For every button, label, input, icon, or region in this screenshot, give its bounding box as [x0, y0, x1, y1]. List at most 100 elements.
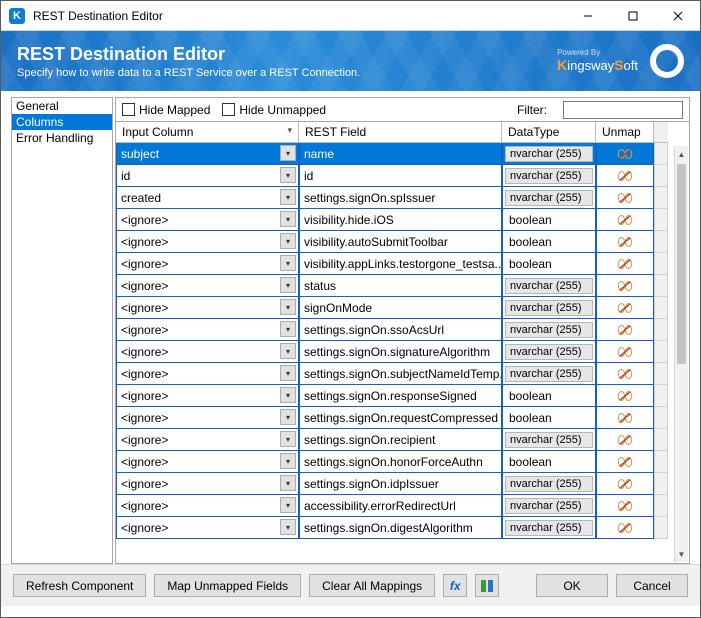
- scroll-thumb[interactable]: [677, 164, 686, 364]
- rest-field-cell[interactable]: accessibility.errorRedirectUrl: [299, 495, 502, 517]
- unmap-cell[interactable]: [596, 275, 654, 297]
- ok-button[interactable]: OK: [536, 574, 608, 597]
- clear-mappings-button[interactable]: Clear All Mappings: [309, 574, 435, 597]
- input-column-cell[interactable]: <ignore>▾: [116, 231, 299, 253]
- unmap-cell[interactable]: [596, 407, 654, 429]
- unmap-cell[interactable]: [596, 363, 654, 385]
- unmap-cell[interactable]: [596, 297, 654, 319]
- rest-field-cell[interactable]: settings.signOn.signatureAlgorithm: [299, 341, 502, 363]
- scroll-down-icon[interactable]: ▼: [675, 546, 688, 562]
- rest-field-cell[interactable]: settings.signOn.recipient: [299, 429, 502, 451]
- unmap-cell[interactable]: [596, 209, 654, 231]
- chevron-down-icon[interactable]: ▾: [280, 167, 296, 183]
- input-column-cell[interactable]: <ignore>▾: [116, 407, 299, 429]
- rest-field-cell[interactable]: signOnMode: [299, 297, 502, 319]
- chevron-down-icon[interactable]: ▾: [280, 409, 296, 425]
- maximize-button[interactable]: [610, 1, 655, 30]
- input-column-cell[interactable]: <ignore>▾: [116, 385, 299, 407]
- chevron-down-icon[interactable]: ▾: [280, 497, 296, 513]
- map-unmapped-button[interactable]: Map Unmapped Fields: [154, 574, 301, 597]
- datatype-cell: nvarchar (255): [502, 429, 596, 451]
- unmap-cell[interactable]: [596, 385, 654, 407]
- columns-button[interactable]: [475, 574, 499, 597]
- unmap-cell[interactable]: [596, 187, 654, 209]
- input-column-cell[interactable]: id▾: [116, 165, 299, 187]
- hide-mapped-checkbox[interactable]: Hide Mapped: [122, 103, 210, 117]
- input-column-cell[interactable]: <ignore>▾: [116, 451, 299, 473]
- chevron-down-icon[interactable]: ▾: [280, 233, 296, 249]
- chevron-down-icon[interactable]: ▾: [280, 145, 296, 161]
- input-column-cell[interactable]: subject▾: [116, 143, 299, 165]
- fx-button[interactable]: fx: [443, 574, 467, 597]
- filter-input[interactable]: [563, 101, 683, 119]
- input-column-cell[interactable]: <ignore>▾: [116, 297, 299, 319]
- input-column-cell[interactable]: created▾: [116, 187, 299, 209]
- rest-field-cell[interactable]: visibility.appLinks.testorgone_testsa...: [299, 253, 502, 275]
- unmap-icon: [617, 257, 633, 271]
- rest-field-cell[interactable]: settings.signOn.responseSigned: [299, 385, 502, 407]
- sidebar-item-general[interactable]: General: [12, 98, 112, 114]
- input-column-cell[interactable]: <ignore>▾: [116, 341, 299, 363]
- unmap-cell[interactable]: [596, 165, 654, 187]
- minimize-button[interactable]: [565, 1, 610, 30]
- rest-field-cell[interactable]: settings.signOn.idpIssuer: [299, 473, 502, 495]
- chevron-down-icon[interactable]: ▾: [280, 277, 296, 293]
- rest-field-cell[interactable]: settings.signOn.spIssuer: [299, 187, 502, 209]
- cancel-button[interactable]: Cancel: [616, 574, 688, 597]
- col-header-input[interactable]: Input Column: [116, 122, 299, 143]
- unmap-cell[interactable]: [596, 473, 654, 495]
- chevron-down-icon[interactable]: ▾: [280, 321, 296, 337]
- input-column-cell[interactable]: <ignore>▾: [116, 517, 299, 539]
- chevron-down-icon[interactable]: ▾: [280, 255, 296, 271]
- vertical-scrollbar[interactable]: ▲ ▼: [674, 146, 688, 562]
- unmap-cell[interactable]: [596, 429, 654, 451]
- input-column-cell[interactable]: <ignore>▾: [116, 319, 299, 341]
- unmap-cell[interactable]: [596, 451, 654, 473]
- rest-field-cell[interactable]: settings.signOn.honorForceAuthn: [299, 451, 502, 473]
- unmap-cell[interactable]: [596, 495, 654, 517]
- close-button[interactable]: [655, 1, 700, 30]
- unmap-icon: [617, 279, 633, 293]
- rest-field-cell[interactable]: name: [299, 143, 502, 165]
- rest-field-cell[interactable]: settings.signOn.digestAlgorithm: [299, 517, 502, 539]
- col-header-rest[interactable]: REST Field: [299, 122, 502, 143]
- chevron-down-icon[interactable]: ▾: [280, 431, 296, 447]
- input-column-cell[interactable]: <ignore>▾: [116, 363, 299, 385]
- chevron-down-icon[interactable]: ▾: [280, 189, 296, 205]
- rest-field-cell[interactable]: visibility.autoSubmitToolbar: [299, 231, 502, 253]
- sidebar-item-error-handling[interactable]: Error Handling: [12, 130, 112, 146]
- input-column-cell[interactable]: <ignore>▾: [116, 253, 299, 275]
- rest-field-cell[interactable]: settings.signOn.subjectNameIdTemp...: [299, 363, 502, 385]
- scroll-up-icon[interactable]: ▲: [675, 146, 688, 162]
- input-column-cell[interactable]: <ignore>▾: [116, 275, 299, 297]
- hide-unmapped-checkbox[interactable]: Hide Unmapped: [222, 103, 326, 117]
- unmap-cell[interactable]: [596, 253, 654, 275]
- unmap-cell[interactable]: [596, 143, 654, 165]
- chevron-down-icon[interactable]: ▾: [280, 387, 296, 403]
- unmap-cell[interactable]: [596, 517, 654, 539]
- rest-field-cell[interactable]: status: [299, 275, 502, 297]
- chevron-down-icon[interactable]: ▾: [280, 299, 296, 315]
- rest-field-cell[interactable]: settings.signOn.ssoAcsUrl: [299, 319, 502, 341]
- chevron-down-icon[interactable]: ▾: [280, 211, 296, 227]
- chevron-down-icon[interactable]: ▾: [280, 519, 296, 535]
- unmap-cell[interactable]: [596, 341, 654, 363]
- rest-field-cell[interactable]: settings.signOn.requestCompressed: [299, 407, 502, 429]
- input-column-cell[interactable]: <ignore>▾: [116, 209, 299, 231]
- datatype-cell: nvarchar (255): [502, 187, 596, 209]
- input-column-cell[interactable]: <ignore>▾: [116, 429, 299, 451]
- chevron-down-icon[interactable]: ▾: [280, 453, 296, 469]
- rest-field-cell[interactable]: id: [299, 165, 502, 187]
- unmap-cell[interactable]: [596, 319, 654, 341]
- chevron-down-icon[interactable]: ▾: [280, 475, 296, 491]
- input-column-cell[interactable]: <ignore>▾: [116, 495, 299, 517]
- unmap-cell[interactable]: [596, 231, 654, 253]
- chevron-down-icon[interactable]: ▾: [280, 343, 296, 359]
- rest-field-cell[interactable]: visibility.hide.iOS: [299, 209, 502, 231]
- input-column-cell[interactable]: <ignore>▾: [116, 473, 299, 495]
- col-header-unmap[interactable]: Unmap: [596, 122, 654, 143]
- refresh-button[interactable]: Refresh Component: [13, 574, 146, 597]
- sidebar-item-columns[interactable]: Columns: [12, 114, 112, 130]
- chevron-down-icon[interactable]: ▾: [280, 365, 296, 381]
- col-header-datatype[interactable]: DataType: [502, 122, 596, 143]
